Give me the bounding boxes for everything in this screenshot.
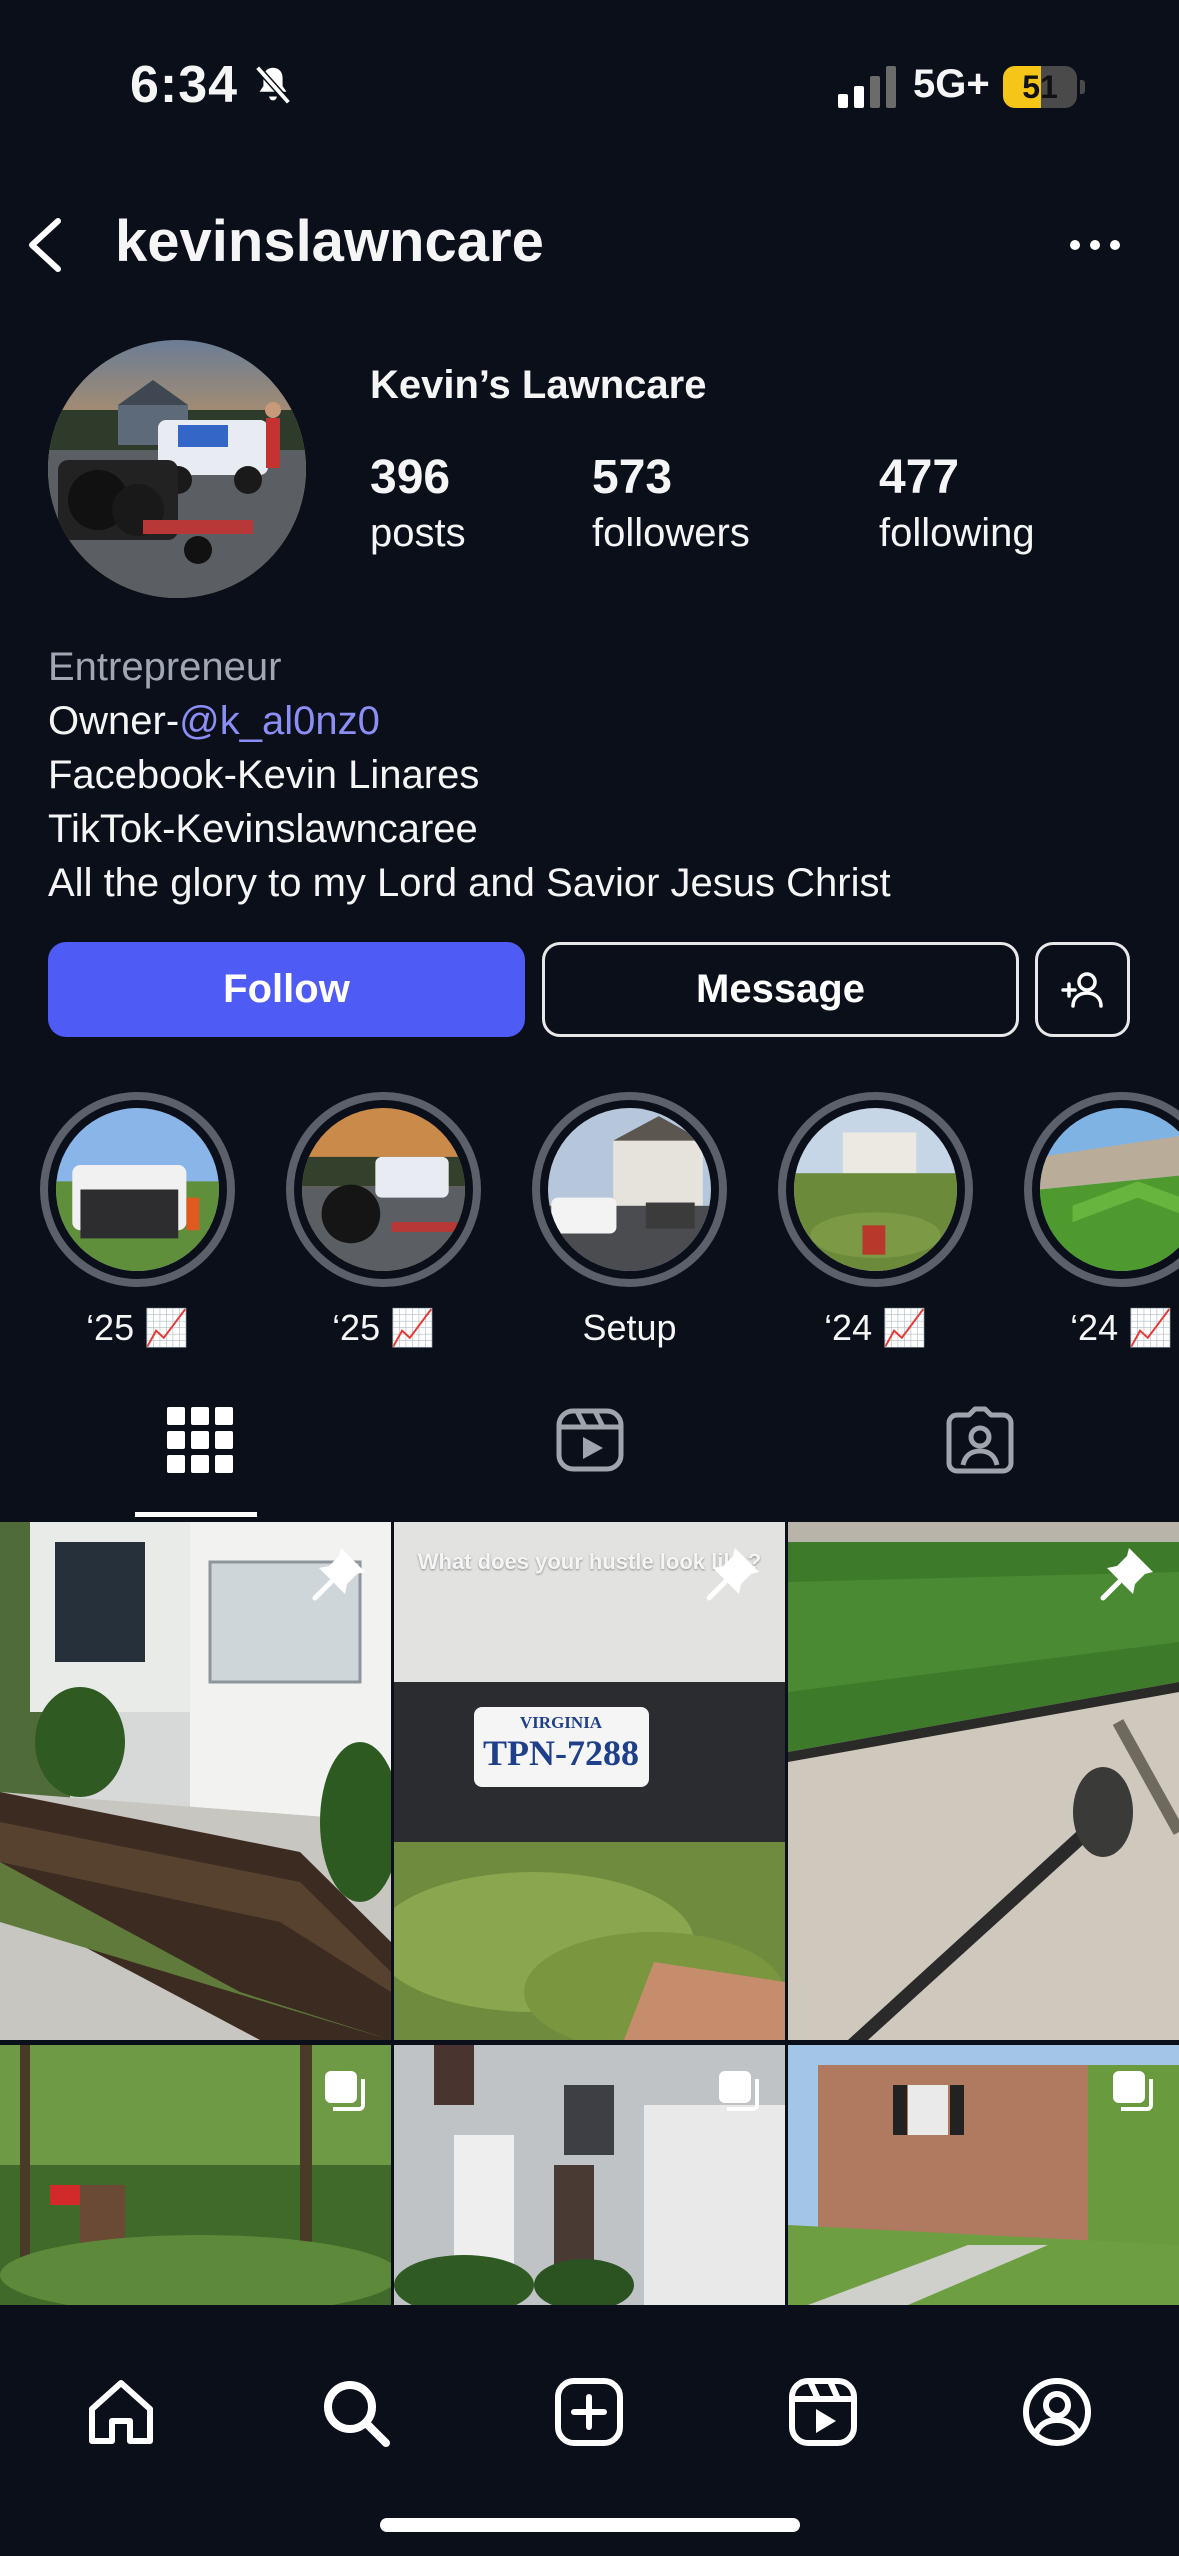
pin-icon <box>312 1548 365 1601</box>
network-type: 5G+ <box>913 62 990 106</box>
add-person-icon <box>1060 971 1103 1008</box>
battery-indicator: 51 <box>1003 66 1085 108</box>
following-stat[interactable]: 477 following <box>879 450 1035 556</box>
home-indicator <box>380 2518 800 2532</box>
pin-icon <box>1100 1548 1153 1601</box>
highlight-label: ‘24 📈 <box>824 1307 927 1348</box>
followers-count: 573 <box>592 451 673 504</box>
pin-icon <box>706 1548 759 1601</box>
story-highlight[interactable]: ‘24 📈 <box>778 1092 973 1349</box>
story-highlight[interactable]: ‘25 📈 <box>286 1092 481 1349</box>
carousel-icon <box>719 2071 759 2111</box>
followers-label: followers <box>592 511 750 555</box>
follow-button[interactable]: Follow <box>48 942 525 1037</box>
highlight-label: ‘25 📈 <box>332 1307 435 1348</box>
reels-icon[interactable] <box>786 2375 860 2449</box>
status-time: 6:34 <box>130 56 239 114</box>
posts-label: posts <box>370 511 466 555</box>
battery-level: 51 <box>1022 69 1058 105</box>
posts-stat: 396 posts <box>370 450 466 556</box>
svg-text:TPN-7288: TPN-7288 <box>483 1733 639 1773</box>
suggested-accounts-button[interactable] <box>1035 942 1130 1037</box>
grid-post[interactable] <box>0 1522 391 2040</box>
highlight-label: ‘25 📈 <box>86 1307 189 1348</box>
tagged-icon[interactable] <box>945 1405 1015 1475</box>
profile-icon[interactable] <box>1020 2375 1094 2449</box>
home-icon[interactable] <box>84 2375 158 2449</box>
following-count: 477 <box>879 451 960 504</box>
highlight-label: ‘24 📈 <box>1070 1307 1173 1348</box>
profile-username: kevinslawncare <box>115 209 544 274</box>
back-arrow-icon[interactable] <box>22 215 70 275</box>
profile-avatar[interactable] <box>48 340 306 598</box>
grid-post[interactable]: VIRGINIA TPN-7288 What does your hustle … <box>394 1522 785 2040</box>
grid-post[interactable] <box>394 2045 785 2305</box>
bio-category: Entrepreneur <box>48 645 282 689</box>
bio-owner-mention[interactable]: @k_al0nz0 <box>179 699 380 743</box>
profile-bio: Entrepreneur Owner-@k_al0nz0 Facebook-Ke… <box>48 640 891 910</box>
reels-icon[interactable] <box>555 1405 625 1475</box>
bottom-nav <box>0 2305 1179 2556</box>
grid-icon[interactable] <box>165 1405 235 1475</box>
active-tab-indicator <box>135 1512 257 1517</box>
svg-text:VIRGINIA: VIRGINIA <box>520 1713 603 1732</box>
search-icon[interactable] <box>318 2375 392 2449</box>
story-highlight[interactable]: Setup <box>532 1092 727 1349</box>
carousel-icon <box>325 2071 365 2111</box>
bio-faith-line: All the glory to my Lord and Savior Jesu… <box>48 861 891 905</box>
more-options-icon[interactable] <box>1065 225 1125 265</box>
bio-facebook-line: Facebook-Kevin Linares <box>48 753 480 797</box>
followers-stat[interactable]: 573 followers <box>592 450 750 556</box>
grid-post[interactable] <box>788 2045 1179 2305</box>
highlight-label: Setup <box>582 1307 677 1348</box>
story-highlight[interactable]: ‘24 📈 <box>1024 1092 1179 1349</box>
posts-count: 396 <box>370 451 451 504</box>
grid-post[interactable] <box>788 1522 1179 2040</box>
bio-tiktok-line: TikTok-Kevinslawncaree <box>48 807 478 851</box>
create-icon[interactable] <box>552 2375 626 2449</box>
carousel-icon <box>1113 2071 1153 2111</box>
message-button[interactable]: Message <box>542 942 1019 1037</box>
silent-bell-icon <box>255 65 291 105</box>
story-highlight[interactable]: ‘25 📈 <box>40 1092 235 1349</box>
profile-display-name: Kevin’s Lawncare <box>370 363 707 407</box>
bio-owner-line: Owner-@k_al0nz0 <box>48 694 891 748</box>
bio-owner-prefix: Owner- <box>48 699 180 743</box>
grid-post[interactable] <box>0 2045 391 2305</box>
cellular-signal-icon <box>838 66 896 108</box>
following-label: following <box>879 511 1035 555</box>
